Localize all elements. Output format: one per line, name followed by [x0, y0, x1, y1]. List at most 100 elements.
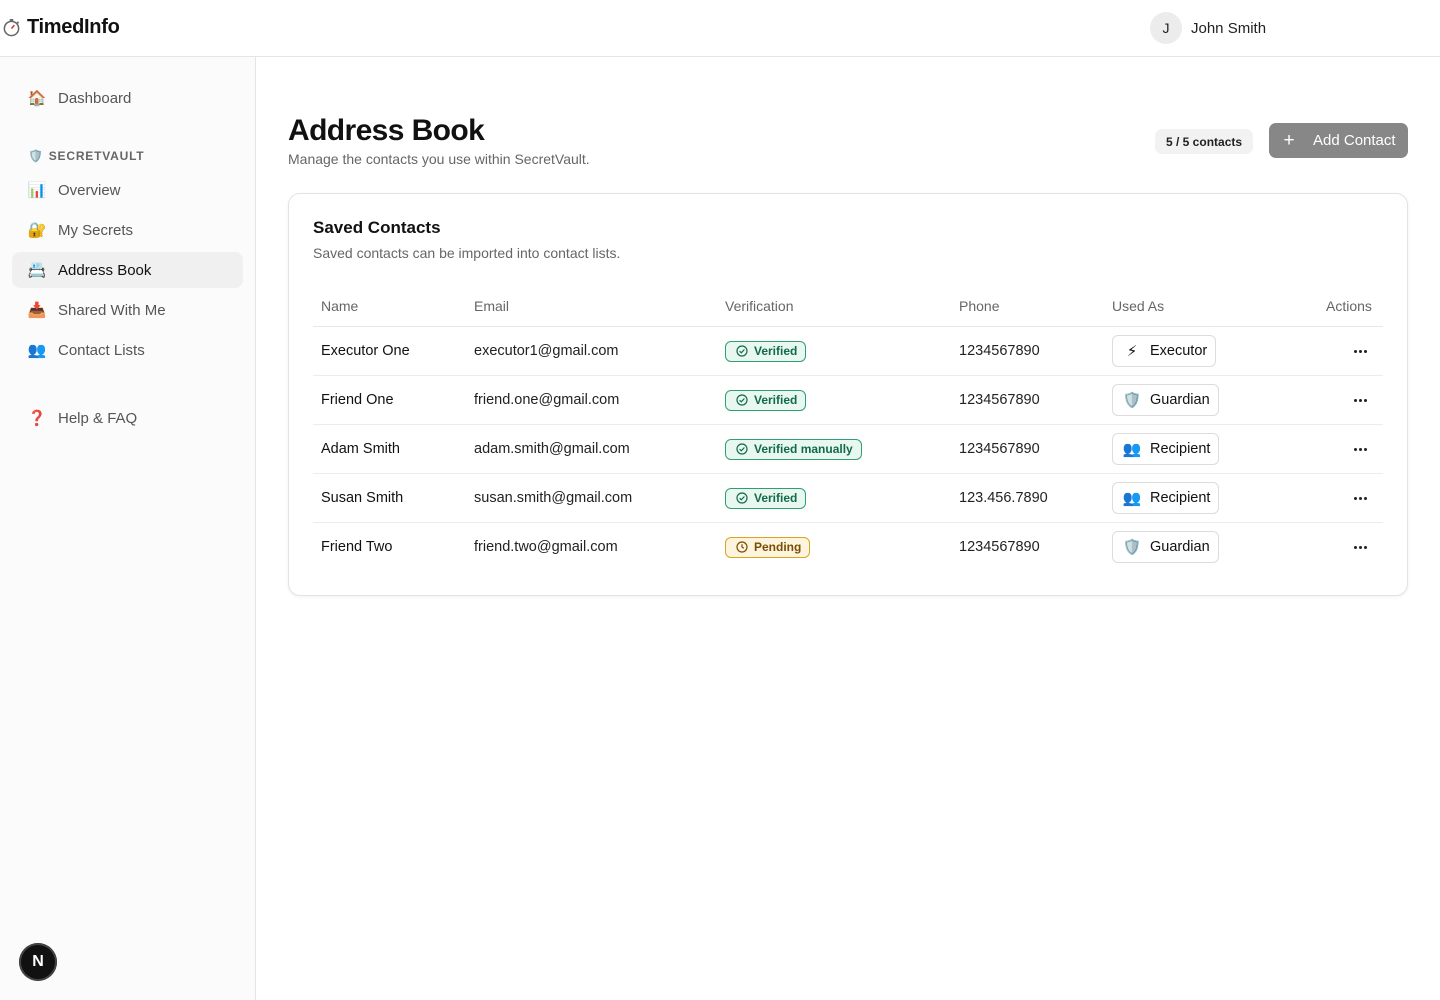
column-header-name: Name [321, 298, 359, 314]
clock-icon [736, 541, 748, 553]
sidebar-item-my-secrets[interactable]: 🔐 My Secrets [12, 212, 243, 248]
plus-icon: + [1283, 129, 1295, 151]
actions-cell [1345, 376, 1375, 424]
table-row: Executor One executor1@gmail.com Verified 1… [313, 327, 1383, 376]
bar-chart-icon: 📊 [27, 182, 47, 199]
used-as-label: Guardian [1150, 392, 1210, 408]
sidebar-item-label: Address Book [58, 261, 152, 279]
column-header-actions: Actions [1326, 298, 1372, 314]
used-as-button[interactable]: 👥 Recipient [1112, 433, 1220, 465]
contact-phone: 1234567890 [959, 392, 1040, 408]
used-as-cell: 🛡️ Guardian [1112, 523, 1219, 571]
verification-badge: Verified [725, 389, 807, 411]
home-icon: 🏠 [27, 90, 47, 107]
verification-cell: Pending [725, 523, 811, 571]
used-as-label: Guardian [1150, 539, 1210, 555]
sidebar-item-address-book[interactable]: 📇 Address Book [12, 252, 243, 288]
check-circle-icon [736, 345, 748, 357]
verification-cell: Verified [725, 474, 807, 522]
verification-cell: Verified manually [725, 425, 862, 473]
sidebar-item-label: Overview [58, 181, 121, 199]
verification-badge: Verified [725, 340, 807, 362]
card-title: Saved Contacts [313, 218, 441, 237]
verification-label: Verified [754, 344, 798, 358]
contact-name: Adam Smith [321, 441, 400, 457]
card-subtitle: Saved contacts can be imported into cont… [313, 245, 621, 261]
question-icon: ❓ [27, 410, 47, 427]
used-as-label: Recipient [1150, 441, 1211, 457]
more-actions-icon[interactable] [1345, 434, 1375, 464]
contact-phone: 1234567890 [959, 343, 1040, 359]
sidebar-item-label: Help & FAQ [58, 409, 138, 427]
used-as-cell: 🛡️ Guardian [1112, 376, 1219, 424]
sidebar-item-help[interactable]: ❓ Help & FAQ [12, 400, 243, 436]
sidebar-item-label: Dashboard [58, 89, 132, 107]
contact-name: Friend Two [321, 539, 393, 555]
contact-email: executor1@gmail.com [474, 343, 619, 359]
used-as-label: Executor [1150, 343, 1208, 359]
table-row: Adam Smith adam.smith@gmail.com Verified m… [313, 425, 1383, 474]
actions-cell [1345, 425, 1375, 473]
sidebar-item-contact-lists[interactable]: 👥 Contact Lists [12, 332, 243, 368]
column-header-phone: Phone [959, 298, 1000, 314]
avatar: J [1150, 12, 1182, 44]
more-actions-icon[interactable] [1345, 385, 1375, 415]
table-row: Friend One friend.one@gmail.com Verified 12… [313, 376, 1383, 425]
page-title: Address Book [288, 114, 485, 147]
brand[interactable]: TimedInfo [2, 16, 120, 39]
verification-label: Verified [754, 393, 798, 407]
people-icon: 👥 [1122, 490, 1142, 507]
stopwatch-icon [2, 18, 21, 37]
actions-cell [1345, 327, 1375, 375]
table-row: Friend Two friend.two@gmail.com Pending 123… [313, 523, 1383, 572]
contact-name: Friend One [321, 392, 394, 408]
more-actions-icon[interactable] [1345, 532, 1375, 562]
used-as-button[interactable]: 🛡️ Guardian [1112, 384, 1219, 416]
actions-cell [1345, 523, 1375, 571]
lightning-icon: ⚡ [1126, 343, 1138, 360]
sidebar-item-label: My Secrets [58, 221, 134, 239]
table-row: Susan Smith susan.smith@gmail.com Verified… [313, 474, 1383, 523]
shield-icon: 🛡️ [1122, 392, 1142, 409]
sidebar: 🏠 Dashboard 🛡️ SECRETVAULT 📊 Overview 🔐 … [0, 57, 256, 1000]
used-as-button[interactable]: 👥 Recipient [1112, 482, 1220, 514]
column-header-email: Email [474, 298, 510, 314]
people-icon: 👥 [27, 342, 47, 359]
page-subtitle: Manage the contacts you use within Secre… [288, 151, 590, 167]
verification-label: Verified manually [754, 442, 853, 456]
verification-badge: Verified manually [725, 438, 862, 460]
top-header: TimedInfo J John Smith [0, 0, 1440, 57]
user-menu[interactable]: J John Smith [1150, 12, 1266, 44]
sidebar-item-label: Contact Lists [58, 341, 145, 359]
sidebar-section-secretvault: 🛡️ SECRETVAULT [28, 149, 144, 163]
contact-email: adam.smith@gmail.com [474, 441, 630, 457]
contact-phone: 1234567890 [959, 441, 1040, 457]
add-contact-button[interactable]: + Add Contact [1269, 123, 1408, 158]
sidebar-item-shared-with-me[interactable]: 📥 Shared With Me [12, 292, 243, 328]
actions-cell [1345, 474, 1375, 522]
used-as-button[interactable]: 🛡️ Guardian [1112, 531, 1219, 563]
check-circle-icon [736, 492, 748, 504]
verification-cell: Verified [725, 327, 807, 375]
people-icon: 👥 [1122, 441, 1142, 458]
contact-count-badge: 5 / 5 contacts [1155, 129, 1254, 154]
contact-phone: 1234567890 [959, 539, 1040, 555]
contact-name: Executor One [321, 343, 410, 359]
verification-cell: Verified [725, 376, 807, 424]
contact-email: friend.two@gmail.com [474, 539, 618, 555]
shield-icon: 🛡️ [28, 149, 44, 163]
lock-key-icon: 🔐 [27, 222, 47, 239]
dev-tools-badge[interactable]: N [19, 943, 57, 981]
section-label: SECRETVAULT [48, 149, 145, 163]
shield-icon: 🛡️ [1122, 539, 1142, 556]
app-name: TimedInfo [27, 16, 120, 38]
used-as-button[interactable]: ⚡ Executor [1112, 335, 1217, 367]
contact-email: susan.smith@gmail.com [474, 490, 633, 506]
sidebar-item-dashboard[interactable]: 🏠 Dashboard [12, 80, 243, 116]
more-actions-icon[interactable] [1345, 483, 1375, 513]
more-actions-icon[interactable] [1345, 336, 1375, 366]
sidebar-item-overview[interactable]: 📊 Overview [12, 172, 243, 208]
card-index-icon: 📇 [27, 262, 47, 279]
inbox-tray-icon: 📥 [27, 302, 47, 319]
saved-contacts-card: Saved Contacts Saved contacts can be imp… [288, 193, 1408, 596]
